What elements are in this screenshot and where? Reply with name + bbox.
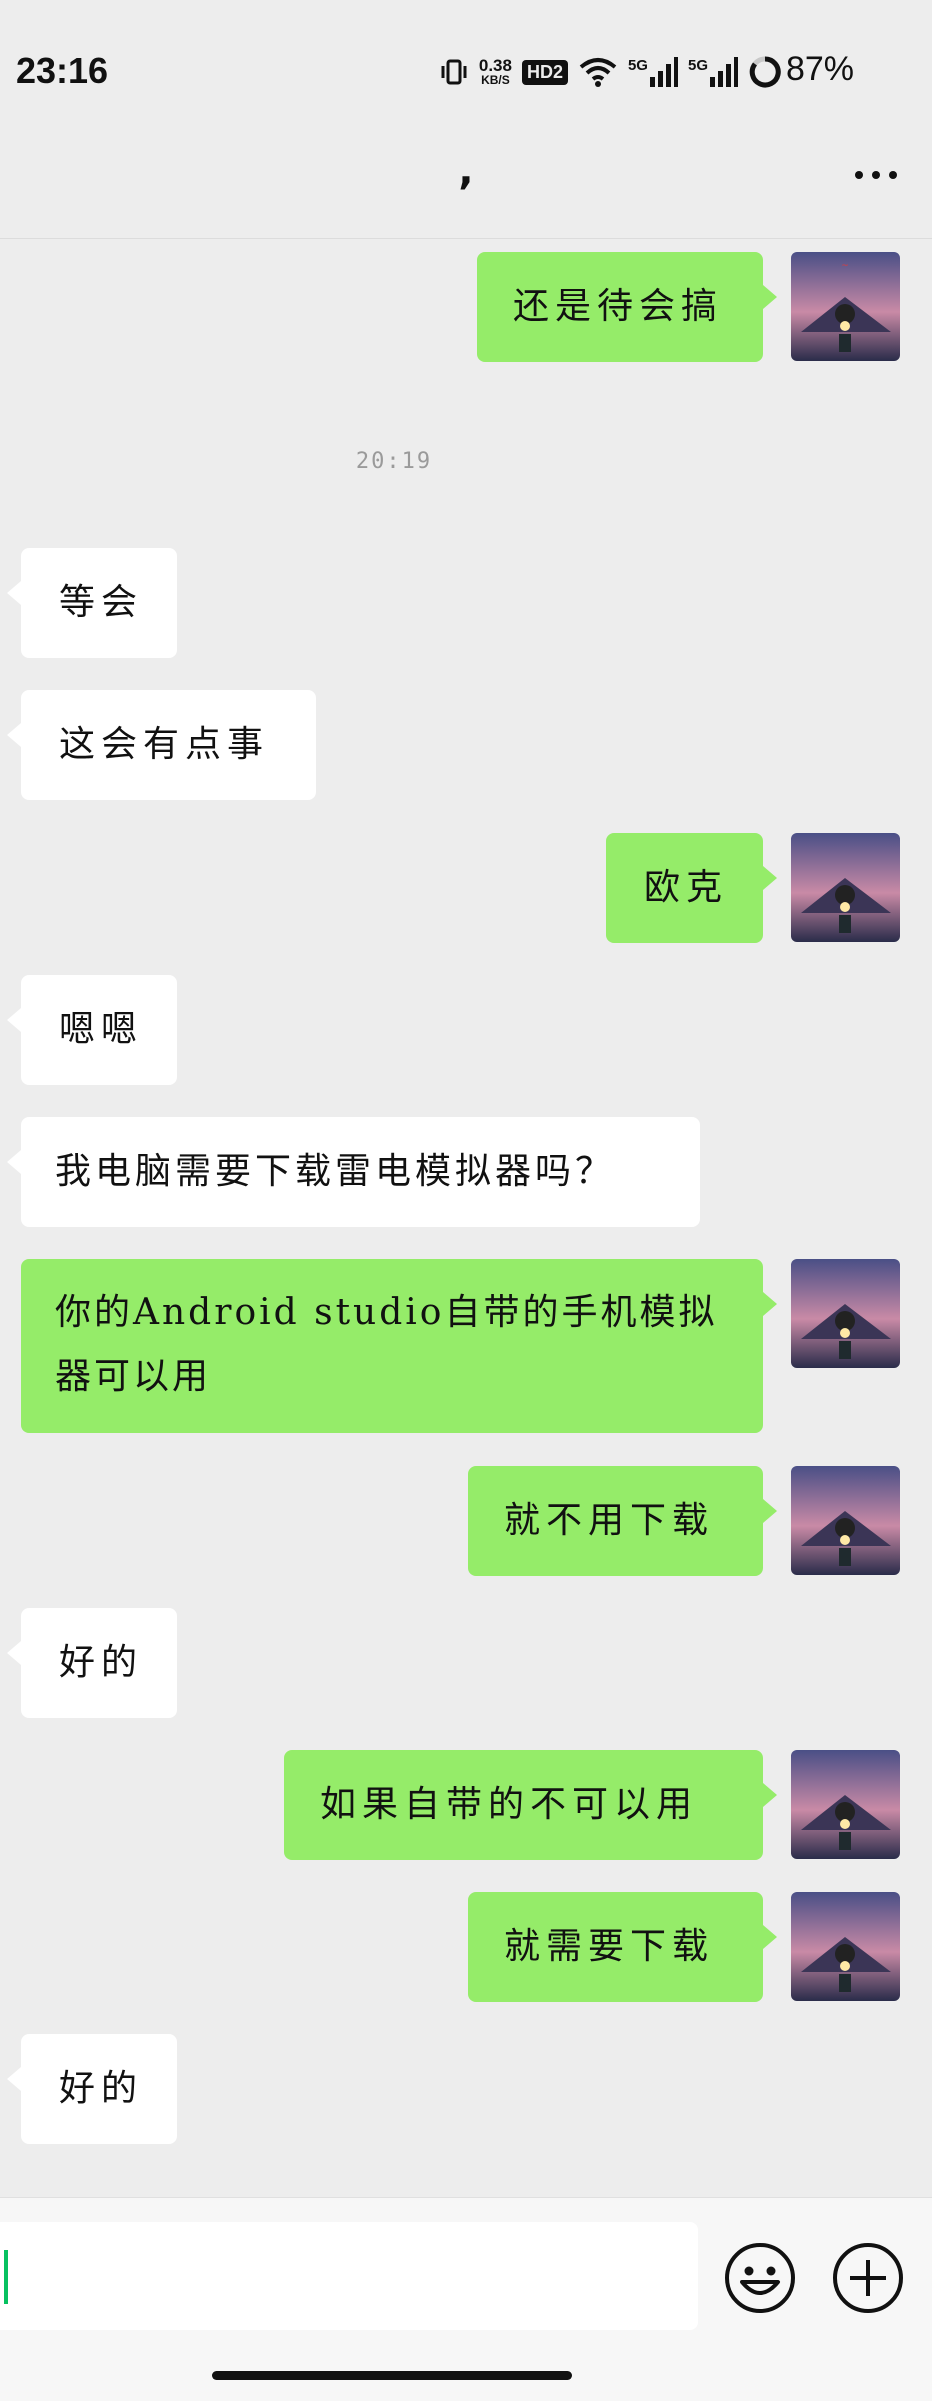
net-speed: 0.38 KB/S (479, 57, 512, 87)
message-text: 嗯嗯 (59, 1009, 144, 1050)
hd-badge: HD2 (521, 59, 568, 85)
message-bubble-incoming[interactable]: 这会有点事 (7, 690, 316, 800)
message-text: 我电脑需要下载雷电模拟器吗？ (55, 1151, 616, 1192)
message-text: 就不用下载 (504, 1500, 715, 1541)
status-bar: 23:16 0.38 KB/S HD2 5G 5G 87% (0, 0, 932, 120)
avatar[interactable]: ~ (791, 252, 900, 361)
message-bubble-incoming[interactable]: 等会 (7, 548, 177, 658)
message-bubble-outgoing[interactable]: 就需要下载 (468, 1892, 777, 2002)
home-indicator[interactable] (212, 2371, 572, 2380)
signal-sim2: 5G (688, 57, 738, 87)
vibrate-icon (439, 57, 469, 87)
message-text: 好的 (59, 1642, 144, 1683)
message-bubble-outgoing[interactable]: 你的Android studio自带的手机模拟 器可以用 (21, 1259, 777, 1433)
message-text: 欧克 (644, 867, 729, 908)
message-text-line: 你的Android studio自带的手机模拟 (55, 1292, 718, 1333)
message-text: 就需要下载 (504, 1926, 715, 1967)
net-speed-value: 0.38 (478, 56, 512, 75)
input-bar (0, 2197, 932, 2401)
battery-percent: 87% (785, 50, 854, 88)
wifi-icon (578, 56, 618, 88)
message-text: 等会 (59, 582, 144, 623)
sim1-label: 5G (627, 57, 648, 74)
plus-circle-icon (833, 2243, 903, 2313)
message-text-line: 器可以用 (55, 1356, 212, 1397)
message-bubble-incoming[interactable]: 好的 (7, 1608, 177, 1718)
signal-sim1: 5G (628, 57, 678, 87)
message-bubble-outgoing[interactable]: 就不用下载 (468, 1466, 777, 1576)
message-text: 好的 (59, 2068, 144, 2109)
status-icons: 0.38 KB/S HD2 5G 5G (439, 52, 782, 92)
emoji-button[interactable] (724, 2242, 796, 2314)
avatar[interactable] (791, 1750, 900, 1859)
chat-header: , (0, 120, 932, 239)
message-bubble-outgoing[interactable]: 欧克 (606, 833, 777, 943)
message-text: 这会有点事 (59, 724, 270, 765)
avatar[interactable] (791, 1259, 900, 1368)
svg-text:~: ~ (841, 261, 849, 271)
message-input[interactable] (0, 2222, 698, 2330)
sim2-label: 5G (687, 57, 708, 74)
message-bubble-incoming[interactable]: 我电脑需要下载雷电模拟器吗？ (7, 1117, 700, 1227)
message-timestamp: 20:19 (355, 449, 433, 474)
message-text: 如果自带的不可以用 (320, 1784, 699, 1825)
net-speed-unit: KB/S (481, 73, 510, 87)
chat-title: , (458, 148, 474, 194)
add-button[interactable] (832, 2242, 904, 2314)
signal-bars-icon (710, 57, 738, 87)
message-bubble-incoming[interactable]: 嗯嗯 (7, 975, 177, 1085)
message-bubble-outgoing[interactable]: 还是待会搞 (477, 252, 777, 362)
status-time: 23:16 (16, 50, 109, 91)
smiley-icon (725, 2243, 795, 2313)
message-bubble-incoming[interactable]: 好的 (7, 2034, 177, 2144)
avatar[interactable] (791, 833, 900, 942)
message-text: 还是待会搞 (513, 286, 724, 327)
more-button[interactable] (846, 150, 906, 200)
avatar[interactable] (791, 1892, 900, 2001)
text-cursor (4, 2250, 8, 2304)
battery-icon (748, 55, 782, 89)
message-bubble-outgoing[interactable]: 如果自带的不可以用 (284, 1750, 777, 1860)
more-horizontal-icon (855, 171, 897, 179)
signal-bars-icon (649, 57, 678, 87)
avatar[interactable] (791, 1466, 900, 1575)
